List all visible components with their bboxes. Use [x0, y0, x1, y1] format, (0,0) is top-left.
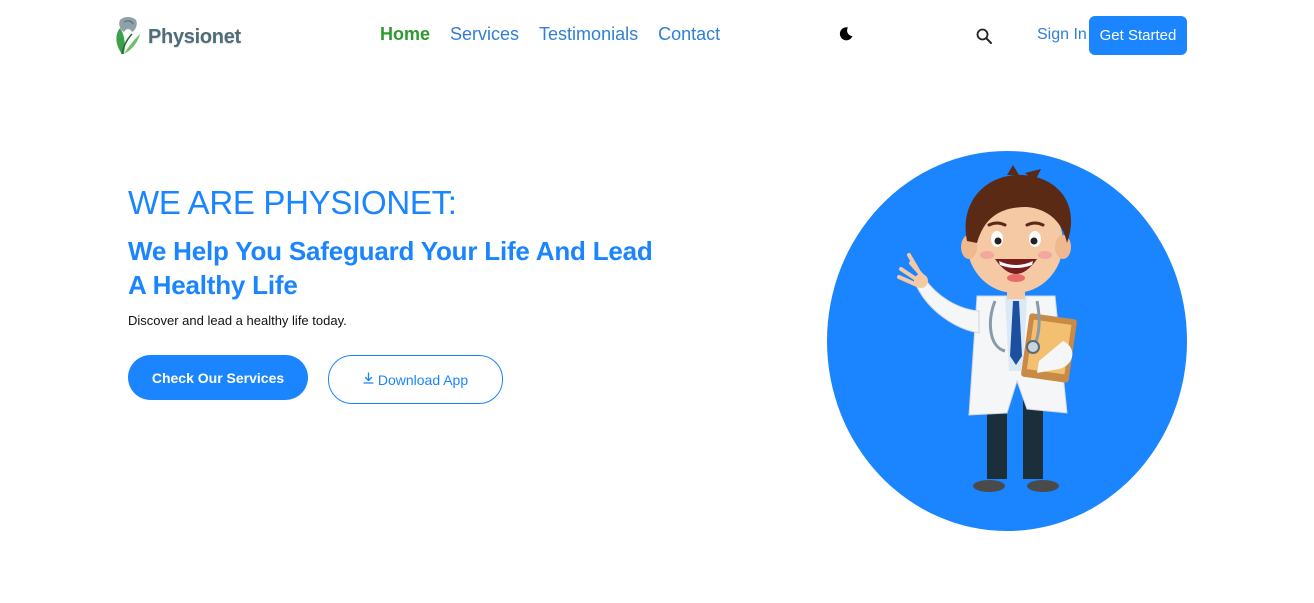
hero-subtitle: We Help You Safeguard Your Life And Lead…: [128, 236, 653, 300]
nav-link-testimonials[interactable]: Testimonials: [539, 24, 638, 45]
check-services-button[interactable]: Check Our Services: [128, 355, 308, 400]
nav-link-home[interactable]: Home: [380, 24, 430, 45]
download-app-label: Download App: [377, 371, 469, 388]
moon-icon[interactable]: [838, 26, 854, 42]
top-navbar: Physionet Home Services Testimonials Con…: [0, 0, 1314, 72]
hero-description: Discover and lead a healthy life today.: [128, 313, 347, 328]
nav-link-services[interactable]: Services: [450, 24, 519, 45]
leaf-tooth-icon: [116, 17, 140, 55]
doctor-cartoon-illustration: [827, 151, 1187, 531]
search-icon[interactable]: [975, 27, 993, 45]
sign-in-link[interactable]: Sign In: [1037, 26, 1087, 44]
brand-logo[interactable]: Physionet: [110, 14, 255, 60]
download-icon: [363, 371, 374, 384]
get-started-button[interactable]: Get Started: [1089, 16, 1187, 55]
brand-name: Physionet: [148, 25, 241, 48]
download-app-button[interactable]: Download App: [328, 355, 503, 404]
main-nav: Home Services Testimonials Contact: [380, 24, 720, 45]
nav-link-contact[interactable]: Contact: [658, 24, 720, 45]
hero-title: WE ARE PHYSIONET:: [128, 184, 457, 221]
